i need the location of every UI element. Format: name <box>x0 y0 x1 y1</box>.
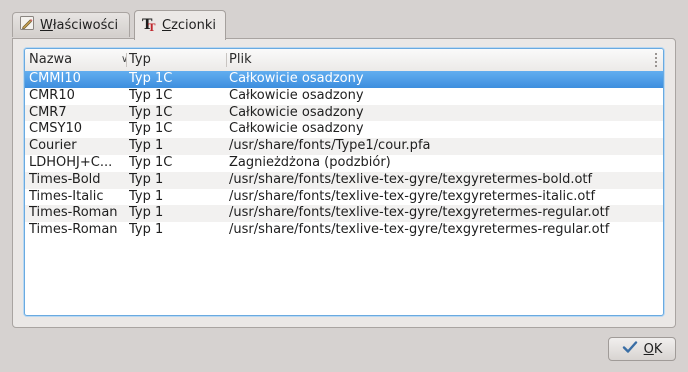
cell-name: Times-Italic <box>29 188 104 204</box>
column-divider[interactable] <box>226 53 227 67</box>
cell-type: Typ 1 <box>129 222 164 238</box>
cell-name: CMSY10 <box>29 121 83 137</box>
resize-grip-icon[interactable] <box>655 53 657 67</box>
table-row[interactable]: CMMI10 Typ 1C Całkowicie osadzony <box>25 71 663 88</box>
cell-type: Typ 1 <box>129 138 164 154</box>
table-body: CMMI10 Typ 1C Całkowicie osadzony CMR10 … <box>25 71 663 239</box>
cell-type: Typ 1 <box>129 205 164 221</box>
cell-name: Times-Bold <box>29 171 101 187</box>
cell-type: Typ 1C <box>129 154 173 170</box>
table-row[interactable]: Courier Typ 1 /usr/share/fonts/Type1/cou… <box>25 138 663 155</box>
tab-properties-label: Właściwości <box>40 17 119 33</box>
table-row[interactable]: LDHOHJ+C... Typ 1C Zagnieżdżona (podzbió… <box>25 155 663 172</box>
edit-icon <box>19 15 35 35</box>
cell-file: Całkowicie osadzony <box>229 87 364 103</box>
cell-file: /usr/share/fonts/texlive-tex-gyre/texgyr… <box>229 188 596 204</box>
cell-file: /usr/share/fonts/texlive-tex-gyre/texgyr… <box>229 222 610 238</box>
cell-name: CMR10 <box>29 87 75 103</box>
cell-file: /usr/share/fonts/Type1/cour.pfa <box>229 138 431 154</box>
table-row[interactable]: Times-Roman Typ 1 /usr/share/fonts/texli… <box>25 222 663 239</box>
tab-fonts[interactable]: T T Czcionki <box>134 10 226 40</box>
table-row[interactable]: Times-Bold Typ 1 /usr/share/fonts/texliv… <box>25 171 663 189</box>
column-divider[interactable] <box>126 53 127 67</box>
column-header-type[interactable]: Typ <box>129 49 151 71</box>
table-row[interactable]: CMSY10 Typ 1C Całkowicie osadzony <box>25 121 663 138</box>
fonts-panel: Nazwa ∨ Typ Plik CMMI10 Typ 1C Całkowici… <box>12 38 676 328</box>
fonts-list[interactable]: Nazwa ∨ Typ Plik CMMI10 Typ 1C Całkowici… <box>24 48 664 316</box>
cell-type: Typ 1 <box>129 171 164 187</box>
cell-file: /usr/share/fonts/texlive-tex-gyre/texgyr… <box>229 171 593 187</box>
check-icon <box>622 340 638 358</box>
table-row[interactable]: CMR10 Typ 1C Całkowicie osadzony <box>25 88 663 105</box>
cell-type: Typ 1C <box>129 87 173 103</box>
cell-name: Courier <box>29 138 77 154</box>
cell-type: Typ 1C <box>129 71 173 86</box>
column-header-file[interactable]: Plik <box>229 49 252 71</box>
ok-button-label: OK <box>643 341 663 357</box>
cell-file: Całkowicie osadzony <box>229 71 364 86</box>
cell-file: /usr/share/fonts/texlive-tex-gyre/texgyr… <box>229 205 610 221</box>
tab-properties[interactable]: Właściwości <box>12 12 130 37</box>
chevron-down-icon[interactable]: ∨ <box>121 49 128 71</box>
cell-file: Całkowicie osadzony <box>229 104 364 120</box>
table-row[interactable]: Times-Roman Typ 1 /usr/share/fonts/texli… <box>25 205 663 223</box>
table-row[interactable]: Times-Italic Typ 1 /usr/share/fonts/texl… <box>25 189 663 206</box>
tab-fonts-label: Czcionki <box>162 18 216 33</box>
svg-text:T: T <box>148 23 156 32</box>
cell-type: Typ 1C <box>129 104 173 120</box>
cell-type: Typ 1C <box>129 121 173 137</box>
table-row[interactable]: CMR7 Typ 1C Całkowicie osadzony <box>25 104 663 122</box>
font-icon: T T <box>141 16 157 36</box>
column-header-name[interactable]: Nazwa <box>29 49 72 71</box>
cell-name: Times-Roman <box>29 205 118 221</box>
ok-button[interactable]: OK <box>608 337 676 361</box>
cell-name: LDHOHJ+C... <box>29 154 113 170</box>
cell-type: Typ 1 <box>129 188 164 204</box>
cell-name: Times-Roman <box>29 222 118 238</box>
cell-name: CMR7 <box>29 104 67 120</box>
cell-name: CMMI10 <box>29 71 81 86</box>
cell-file: Całkowicie osadzony <box>229 121 364 137</box>
cell-file: Zagnieżdżona (podzbiór) <box>229 154 391 170</box>
table-header: Nazwa ∨ Typ Plik <box>25 49 663 72</box>
